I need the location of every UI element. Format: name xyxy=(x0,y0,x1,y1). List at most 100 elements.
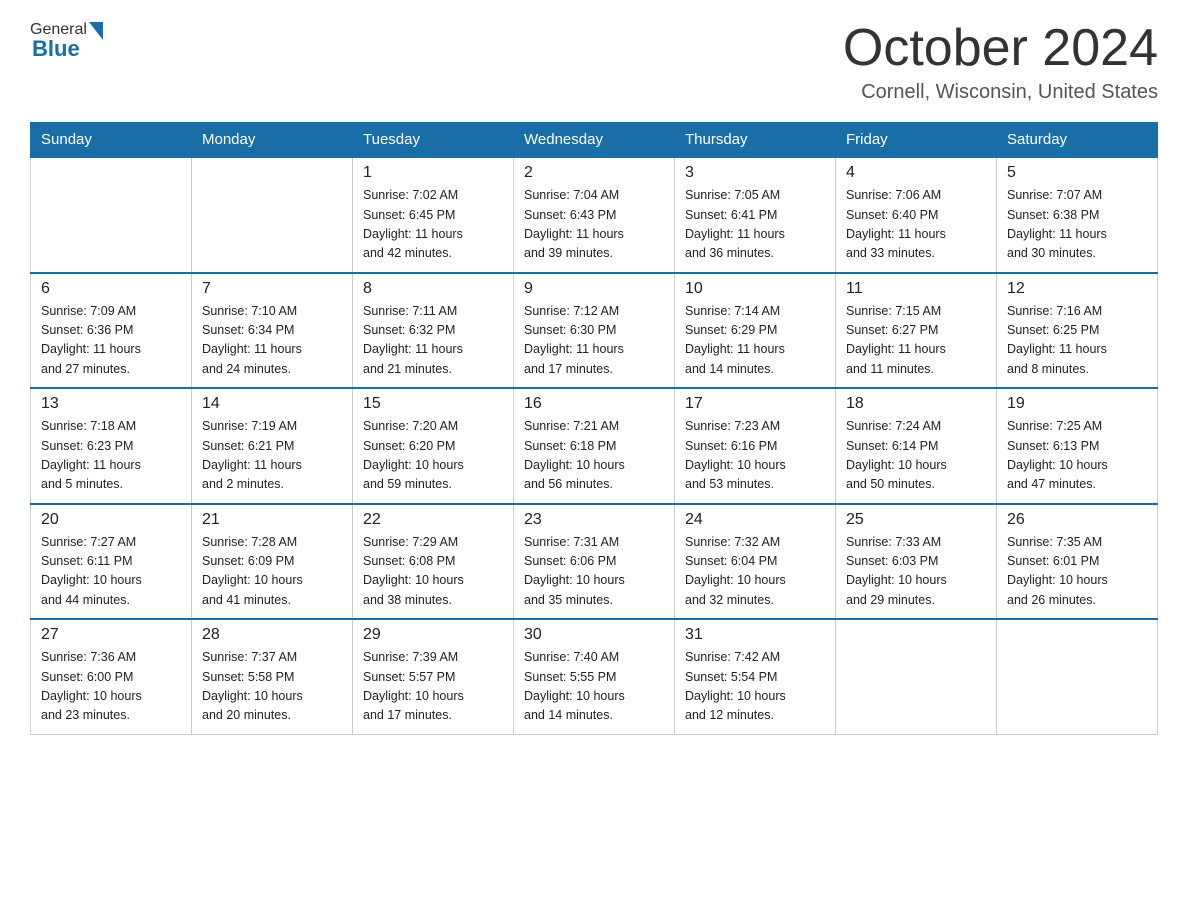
day-number: 10 xyxy=(685,280,825,298)
day-number: 5 xyxy=(1007,164,1147,182)
calendar-cell: 26 Sunrise: 7:35 AMSunset: 6:01 PMDayligh… xyxy=(997,504,1158,620)
day-info: Sunrise: 7:12 AMSunset: 6:30 PMDaylight:… xyxy=(524,302,664,380)
calendar-cell: 13 Sunrise: 7:18 AMSunset: 6:23 PMDayligh… xyxy=(31,388,192,504)
calendar-header-sunday: Sunday xyxy=(31,123,192,158)
day-info: Sunrise: 7:27 AMSunset: 6:11 PMDaylight:… xyxy=(41,533,181,611)
calendar-cell: 23 Sunrise: 7:31 AMSunset: 6:06 PMDayligh… xyxy=(514,504,675,620)
calendar-cell: 20 Sunrise: 7:27 AMSunset: 6:11 PMDayligh… xyxy=(31,504,192,620)
day-info: Sunrise: 7:21 AMSunset: 6:18 PMDaylight:… xyxy=(524,417,664,495)
day-number: 18 xyxy=(846,395,986,413)
calendar-week-row: 27 Sunrise: 7:36 AMSunset: 6:00 PMDayligh… xyxy=(31,619,1158,734)
day-number: 13 xyxy=(41,395,181,413)
day-number: 11 xyxy=(846,280,986,298)
day-info: Sunrise: 7:36 AMSunset: 6:00 PMDaylight:… xyxy=(41,648,181,726)
day-number: 17 xyxy=(685,395,825,413)
day-number: 1 xyxy=(363,164,503,182)
calendar-header-thursday: Thursday xyxy=(675,123,836,158)
calendar-header-monday: Monday xyxy=(192,123,353,158)
calendar-cell: 5 Sunrise: 7:07 AMSunset: 6:38 PMDaylight… xyxy=(997,157,1158,273)
day-info: Sunrise: 7:09 AMSunset: 6:36 PMDaylight:… xyxy=(41,302,181,380)
calendar-cell: 10 Sunrise: 7:14 AMSunset: 6:29 PMDayligh… xyxy=(675,273,836,389)
calendar-cell: 2 Sunrise: 7:04 AMSunset: 6:43 PMDaylight… xyxy=(514,157,675,273)
day-info: Sunrise: 7:28 AMSunset: 6:09 PMDaylight:… xyxy=(202,533,342,611)
calendar-table: SundayMondayTuesdayWednesdayThursdayFrid… xyxy=(30,122,1158,735)
calendar-cell: 6Sunrise: 7:09 AMSunset: 6:36 PMDaylight… xyxy=(31,273,192,389)
day-number: 24 xyxy=(685,511,825,529)
calendar-cell: 12Sunrise: 7:16 AMSunset: 6:25 PMDayligh… xyxy=(997,273,1158,389)
calendar-cell: 29 Sunrise: 7:39 AMSunset: 5:57 PMDayligh… xyxy=(353,619,514,734)
day-info: Sunrise: 7:15 AMSunset: 6:27 PMDaylight:… xyxy=(846,302,986,380)
calendar-cell: 11 Sunrise: 7:15 AMSunset: 6:27 PMDayligh… xyxy=(836,273,997,389)
day-info: Sunrise: 7:14 AMSunset: 6:29 PMDaylight:… xyxy=(685,302,825,380)
day-number: 26 xyxy=(1007,511,1147,529)
day-info: Sunrise: 7:35 AMSunset: 6:01 PMDaylight:… xyxy=(1007,533,1147,611)
day-info: Sunrise: 7:24 AMSunset: 6:14 PMDaylight:… xyxy=(846,417,986,495)
day-info: Sunrise: 7:25 AMSunset: 6:13 PMDaylight:… xyxy=(1007,417,1147,495)
calendar-week-row: 13 Sunrise: 7:18 AMSunset: 6:23 PMDayligh… xyxy=(31,388,1158,504)
calendar-header-tuesday: Tuesday xyxy=(353,123,514,158)
day-number: 2 xyxy=(524,164,664,182)
calendar-cell: 30Sunrise: 7:40 AMSunset: 5:55 PMDayligh… xyxy=(514,619,675,734)
calendar-cell: 22 Sunrise: 7:29 AMSunset: 6:08 PMDayligh… xyxy=(353,504,514,620)
calendar-week-row: 20 Sunrise: 7:27 AMSunset: 6:11 PMDayligh… xyxy=(31,504,1158,620)
day-info: Sunrise: 7:04 AMSunset: 6:43 PMDaylight:… xyxy=(524,186,664,264)
day-number: 19 xyxy=(1007,395,1147,413)
calendar-cell: 3Sunrise: 7:05 AMSunset: 6:41 PMDaylight… xyxy=(675,157,836,273)
day-number: 8 xyxy=(363,280,503,298)
calendar-cell: 17 Sunrise: 7:23 AMSunset: 6:16 PMDayligh… xyxy=(675,388,836,504)
day-info: Sunrise: 7:31 AMSunset: 6:06 PMDaylight:… xyxy=(524,533,664,611)
day-info: Sunrise: 7:29 AMSunset: 6:08 PMDaylight:… xyxy=(363,533,503,611)
calendar-cell: 9 Sunrise: 7:12 AMSunset: 6:30 PMDaylight… xyxy=(514,273,675,389)
day-number: 3 xyxy=(685,164,825,182)
day-number: 29 xyxy=(363,626,503,644)
day-number: 7 xyxy=(202,280,342,298)
calendar-header-row: SundayMondayTuesdayWednesdayThursdayFrid… xyxy=(31,123,1158,158)
day-info: Sunrise: 7:40 AMSunset: 5:55 PMDaylight:… xyxy=(524,648,664,726)
day-number: 31 xyxy=(685,626,825,644)
calendar-cell: 14Sunrise: 7:19 AMSunset: 6:21 PMDayligh… xyxy=(192,388,353,504)
calendar-week-row: 1 Sunrise: 7:02 AMSunset: 6:45 PMDaylight… xyxy=(31,157,1158,273)
logo: General Blue xyxy=(30,20,103,62)
day-number: 22 xyxy=(363,511,503,529)
calendar-cell: 19 Sunrise: 7:25 AMSunset: 6:13 PMDayligh… xyxy=(997,388,1158,504)
calendar-header-wednesday: Wednesday xyxy=(514,123,675,158)
day-info: Sunrise: 7:32 AMSunset: 6:04 PMDaylight:… xyxy=(685,533,825,611)
calendar-cell: 15 Sunrise: 7:20 AMSunset: 6:20 PMDayligh… xyxy=(353,388,514,504)
day-info: Sunrise: 7:18 AMSunset: 6:23 PMDaylight:… xyxy=(41,417,181,495)
calendar-cell: 25Sunrise: 7:33 AMSunset: 6:03 PMDayligh… xyxy=(836,504,997,620)
calendar-cell: 31 Sunrise: 7:42 AMSunset: 5:54 PMDayligh… xyxy=(675,619,836,734)
day-info: Sunrise: 7:19 AMSunset: 6:21 PMDaylight:… xyxy=(202,417,342,495)
calendar-cell: 1 Sunrise: 7:02 AMSunset: 6:45 PMDaylight… xyxy=(353,157,514,273)
month-title: October 2024 xyxy=(843,20,1158,77)
day-number: 15 xyxy=(363,395,503,413)
logo-arrow-icon xyxy=(89,22,103,40)
day-number: 9 xyxy=(524,280,664,298)
day-number: 20 xyxy=(41,511,181,529)
calendar-cell: 4Sunrise: 7:06 AMSunset: 6:40 PMDaylight… xyxy=(836,157,997,273)
day-info: Sunrise: 7:02 AMSunset: 6:45 PMDaylight:… xyxy=(363,186,503,264)
calendar-cell xyxy=(997,619,1158,734)
day-number: 23 xyxy=(524,511,664,529)
day-info: Sunrise: 7:42 AMSunset: 5:54 PMDaylight:… xyxy=(685,648,825,726)
day-number: 28 xyxy=(202,626,342,644)
day-info: Sunrise: 7:07 AMSunset: 6:38 PMDaylight:… xyxy=(1007,186,1147,264)
day-number: 21 xyxy=(202,511,342,529)
calendar-cell: 16Sunrise: 7:21 AMSunset: 6:18 PMDayligh… xyxy=(514,388,675,504)
calendar-cell xyxy=(192,157,353,273)
calendar-cell: 18 Sunrise: 7:24 AMSunset: 6:14 PMDayligh… xyxy=(836,388,997,504)
calendar-header-saturday: Saturday xyxy=(997,123,1158,158)
location-title: Cornell, Wisconsin, United States xyxy=(843,81,1158,104)
day-info: Sunrise: 7:37 AMSunset: 5:58 PMDaylight:… xyxy=(202,648,342,726)
day-info: Sunrise: 7:10 AMSunset: 6:34 PMDaylight:… xyxy=(202,302,342,380)
day-info: Sunrise: 7:39 AMSunset: 5:57 PMDaylight:… xyxy=(363,648,503,726)
calendar-cell: 21 Sunrise: 7:28 AMSunset: 6:09 PMDayligh… xyxy=(192,504,353,620)
day-info: Sunrise: 7:06 AMSunset: 6:40 PMDaylight:… xyxy=(846,186,986,264)
day-info: Sunrise: 7:20 AMSunset: 6:20 PMDaylight:… xyxy=(363,417,503,495)
day-info: Sunrise: 7:33 AMSunset: 6:03 PMDaylight:… xyxy=(846,533,986,611)
calendar-cell: 24 Sunrise: 7:32 AMSunset: 6:04 PMDayligh… xyxy=(675,504,836,620)
day-number: 27 xyxy=(41,626,181,644)
calendar-cell: 7 Sunrise: 7:10 AMSunset: 6:34 PMDaylight… xyxy=(192,273,353,389)
day-info: Sunrise: 7:11 AMSunset: 6:32 PMDaylight:… xyxy=(363,302,503,380)
calendar-cell xyxy=(31,157,192,273)
day-info: Sunrise: 7:23 AMSunset: 6:16 PMDaylight:… xyxy=(685,417,825,495)
